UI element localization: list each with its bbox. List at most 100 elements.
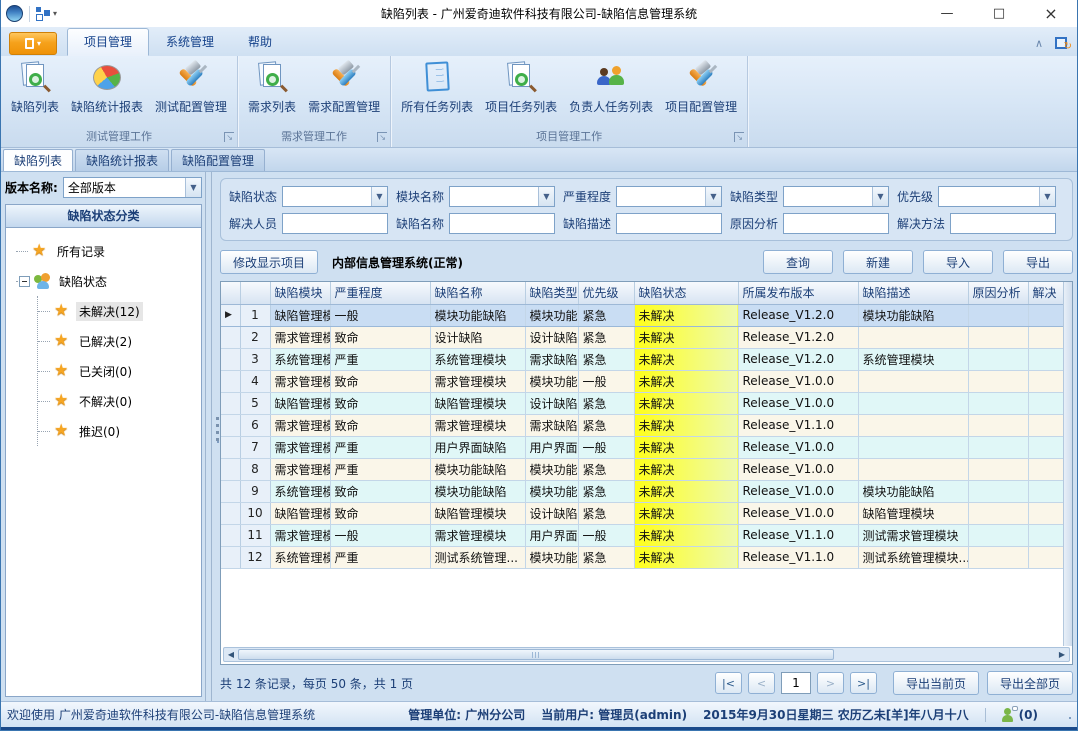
column-header[interactable]: 缺陷类型: [525, 282, 578, 304]
group-dialog-launcher-icon[interactable]: ↘: [224, 132, 234, 142]
action-button[interactable]: 新建: [843, 250, 913, 274]
column-header[interactable]: 所属发布版本: [738, 282, 858, 304]
tree-item[interactable]: 推迟(0): [38, 416, 199, 446]
app-menu-button[interactable]: ▾: [9, 32, 57, 55]
action-button[interactable]: 导入: [923, 250, 993, 274]
cell-solution: [1028, 326, 1063, 348]
export-current-page-button[interactable]: 导出当前页: [893, 671, 979, 695]
column-header[interactable]: 缺陷模块: [270, 282, 330, 304]
ribbon-tab[interactable]: 系统管理: [149, 28, 231, 56]
column-header[interactable]: 严重程度: [330, 282, 430, 304]
table-row[interactable]: 3 系统管理模块 严重 系统管理模块 需求缺陷 紧急 未解决 Release_V…: [221, 348, 1063, 370]
column-header[interactable]: 原因分析: [968, 282, 1028, 304]
chevron-down-icon[interactable]: ▼: [1039, 187, 1055, 206]
cell-cause-analysis: [968, 502, 1028, 524]
ribbon-command[interactable]: 缺陷统计报表: [65, 59, 149, 117]
ribbon-command[interactable]: 项目任务列表: [479, 59, 563, 117]
page-number-input[interactable]: [781, 672, 811, 694]
chevron-down-icon[interactable]: ▼: [872, 187, 888, 206]
ribbon-options-icon[interactable]: ↻: [1053, 35, 1071, 51]
minimize-button[interactable]: —: [921, 1, 973, 27]
last-page-button[interactable]: >|: [850, 672, 877, 694]
table-row[interactable]: 5 缺陷管理模块 致命 缺陷管理模块 设计缺陷 紧急 未解决 Release_V…: [221, 392, 1063, 414]
maximize-button[interactable]: □: [973, 1, 1025, 27]
table-row[interactable]: 2 需求管理模块 致命 设计缺陷 设计缺陷 紧急 未解决 Release_V1.…: [221, 326, 1063, 348]
ribbon-tab[interactable]: 项目管理: [67, 28, 149, 56]
export-all-pages-button[interactable]: 导出全部页: [987, 671, 1073, 695]
column-header[interactable]: 解决: [1028, 282, 1063, 304]
document-tab[interactable]: 缺陷统计报表: [75, 149, 169, 171]
group-dialog-launcher-icon[interactable]: ↘: [734, 132, 744, 142]
filter-select[interactable]: ▼: [938, 186, 1056, 207]
tree-item[interactable]: 不解决(0): [38, 386, 199, 416]
next-page-button[interactable]: >: [817, 672, 844, 694]
tree-item[interactable]: 已关闭(0): [38, 356, 199, 386]
group-dialog-launcher-icon[interactable]: ↘: [377, 132, 387, 142]
column-header[interactable]: 缺陷名称: [430, 282, 525, 304]
cell-defect-name: 缺陷管理模块: [430, 502, 525, 524]
scroll-right-icon[interactable]: ▶: [1055, 650, 1069, 659]
ribbon-command[interactable]: 需求列表: [242, 59, 302, 117]
collapse-minus-icon[interactable]: [19, 276, 30, 287]
tree-item[interactable]: 未解决(12): [38, 296, 199, 326]
ribbon-command[interactable]: 测试配置管理: [149, 59, 233, 117]
table-row[interactable]: 7 需求管理模块 严重 用户界面缺陷 用户界面缺陷 一般 未解决 Release…: [221, 436, 1063, 458]
modify-columns-button[interactable]: 修改显示项目: [220, 250, 318, 274]
filter-input[interactable]: [449, 213, 555, 234]
column-header[interactable]: 缺陷描述: [858, 282, 968, 304]
chevron-down-icon[interactable]: ▼: [185, 178, 201, 197]
filter-input[interactable]: [950, 213, 1056, 234]
document-tab[interactable]: 缺陷列表 ×: [3, 149, 73, 171]
sidebar-splitter[interactable]: [205, 172, 212, 701]
filter-input[interactable]: [282, 213, 388, 234]
ribbon-command[interactable]: 需求配置管理: [302, 59, 386, 117]
filter-select[interactable]: ▼: [616, 186, 722, 207]
table-row[interactable]: 1 缺陷管理模块 一般 模块功能缺陷 模块功能缺陷 紧急 未解决 Release…: [221, 304, 1063, 326]
resize-grip-icon[interactable]: [1062, 710, 1071, 719]
table-row[interactable]: 4 需求管理模块 致命 需求管理模块 模块功能缺陷 一般 未解决 Release…: [221, 370, 1063, 392]
online-users-icon[interactable]: [1002, 708, 1015, 722]
cell-status: 未解决: [634, 458, 738, 480]
vertical-scrollbar[interactable]: [1063, 282, 1072, 646]
table-row[interactable]: 12 系统管理模块 严重 测试系统管理... 模块功能缺陷 紧急 未解决 Rel…: [221, 546, 1063, 568]
chevron-down-icon[interactable]: ▼: [371, 187, 387, 206]
table-row[interactable]: 9 系统管理模块 致命 模块功能缺陷 模块功能缺陷 紧急 未解决 Release…: [221, 480, 1063, 502]
horizontal-scrollbar[interactable]: ◀ ▶: [223, 647, 1070, 662]
ribbon-command[interactable]: 缺陷列表: [5, 59, 65, 117]
cell-severity: 一般: [330, 524, 430, 546]
action-button[interactable]: 查询: [763, 250, 833, 274]
cell-priority: 紧急: [578, 480, 634, 502]
table-row[interactable]: 8 需求管理模块 严重 模块功能缺陷 模块功能缺陷 紧急 未解决 Release…: [221, 458, 1063, 480]
tree-item[interactable]: 所有记录: [16, 236, 199, 266]
tree-item[interactable]: 已解决(2): [38, 326, 199, 356]
tree-connector: [16, 251, 28, 252]
scroll-left-icon[interactable]: ◀: [224, 650, 238, 659]
ribbon-command[interactable]: 所有任务列表: [395, 59, 479, 117]
filter-input[interactable]: [783, 213, 889, 234]
table-row[interactable]: 11 需求管理模块 一般 需求管理模块 用户界面缺陷 一般 未解决 Releas…: [221, 524, 1063, 546]
column-header[interactable]: 优先级: [578, 282, 634, 304]
prev-page-button[interactable]: <: [748, 672, 775, 694]
filter-select[interactable]: ▼: [449, 186, 555, 207]
ribbon-command[interactable]: 项目配置管理: [659, 59, 743, 117]
column-header[interactable]: 缺陷状态: [634, 282, 738, 304]
ribbon-collapse-icon[interactable]: ∧: [1035, 37, 1043, 50]
action-button[interactable]: 导出: [1003, 250, 1073, 274]
document-tab[interactable]: 缺陷配置管理: [171, 149, 265, 171]
ribbon-command[interactable]: 负责人任务列表: [563, 59, 659, 117]
chevron-down-icon[interactable]: ▼: [538, 187, 554, 206]
table-row[interactable]: 10 缺陷管理模块 致命 缺陷管理模块 设计缺陷 紧急 未解决 Release_…: [221, 502, 1063, 524]
tree-item[interactable]: 缺陷状态: [16, 266, 199, 296]
close-button[interactable]: ×: [1025, 1, 1077, 27]
filter-select[interactable]: ▼: [282, 186, 388, 207]
ribbon-tab[interactable]: 帮助: [231, 28, 289, 56]
scrollbar-thumb[interactable]: [238, 649, 834, 660]
filter-select[interactable]: ▼: [783, 186, 889, 207]
row-marker-cell: [221, 414, 240, 436]
first-page-button[interactable]: |<: [715, 672, 742, 694]
grid-toolbar: 修改显示项目 内部信息管理系统(正常) 查询 新建 导入 导出: [220, 248, 1073, 276]
version-select[interactable]: 全部版本 ▼: [63, 177, 202, 198]
table-row[interactable]: 6 需求管理模块 致命 需求管理模块 需求缺陷 紧急 未解决 Release_V…: [221, 414, 1063, 436]
chevron-down-icon[interactable]: ▼: [705, 187, 721, 206]
filter-input[interactable]: [616, 213, 722, 234]
